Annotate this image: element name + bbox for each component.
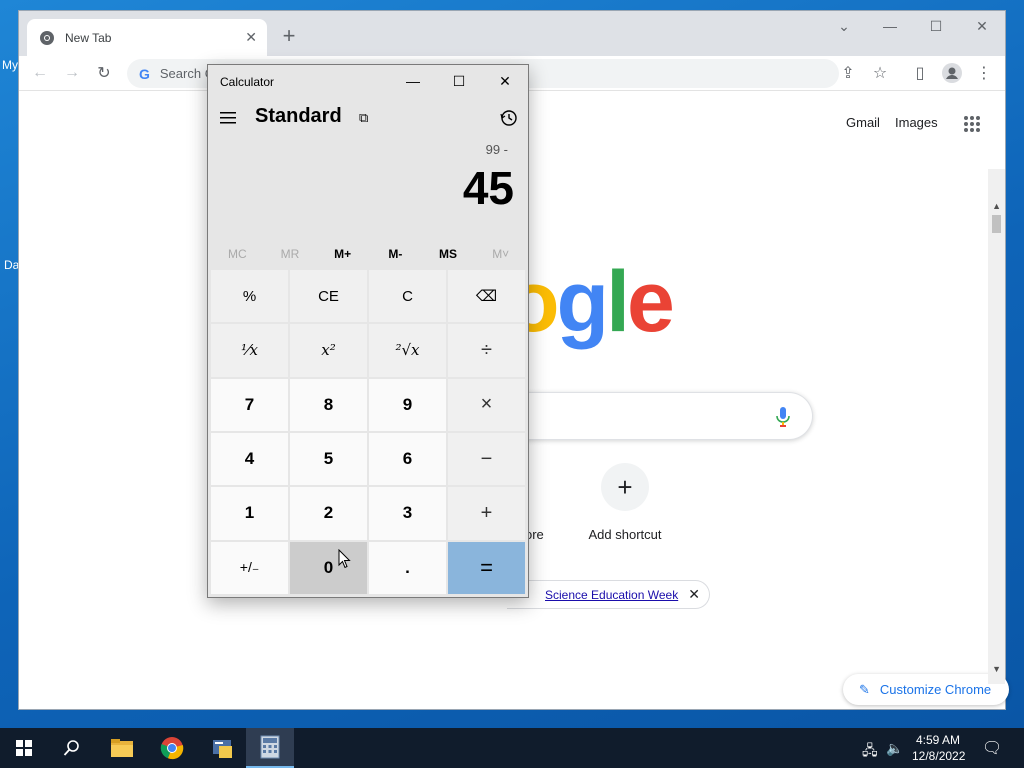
digit-5-button[interactable]: 5 <box>290 432 367 486</box>
multiply-button[interactable]: × <box>448 378 525 431</box>
memory-row: MC MR M+ M- MS M˅ <box>211 241 527 267</box>
memory-subtract-button[interactable]: M- <box>369 241 422 267</box>
start-icon[interactable] <box>0 728 48 768</box>
calc-minimize-button[interactable]: — <box>390 65 436 97</box>
search-box[interactable] <box>507 392 813 440</box>
images-link[interactable]: Images <box>895 115 938 130</box>
calculator-window: Calculator — ☐ ✕ Standard ⧉ 99 - 45 MC M… <box>207 64 529 598</box>
back-icon[interactable]: ← <box>27 60 53 86</box>
percent-button[interactable]: % <box>211 270 288 323</box>
square-button[interactable]: x² <box>290 324 367 377</box>
notifications-icon[interactable]: 🗨 <box>982 738 1002 758</box>
digit-9-button[interactable]: 9 <box>369 378 446 431</box>
maximize-button[interactable]: ☐ <box>913 11 959 41</box>
customize-label: Customize Chrome <box>879 682 992 697</box>
calc-maximize-button[interactable]: ☐ <box>436 65 482 97</box>
memory-list-button[interactable]: M˅ <box>474 241 527 267</box>
doodle-chip[interactable]: Science Education Week ✕ <box>507 580 710 609</box>
reload-icon[interactable]: ↻ <box>91 60 117 86</box>
side-panel-icon[interactable]: ▯ <box>907 60 933 86</box>
subtract-button[interactable]: − <box>448 432 525 486</box>
new-tab-button[interactable]: + <box>277 25 301 49</box>
calculator-title: Calculator <box>220 75 275 89</box>
tab-new-tab[interactable]: New Tab ✕ <box>27 19 267 56</box>
share-icon[interactable]: ⇪ <box>835 60 861 86</box>
tab-strip: New Tab ✕ + ⌄ — ☐ ✕ <box>19 11 1005 56</box>
calculator-icon[interactable] <box>246 728 294 768</box>
chrome-favicon-icon <box>40 30 54 45</box>
memory-store-button[interactable]: MS <box>422 241 475 267</box>
calculator-titlebar[interactable]: Calculator — ☐ ✕ <box>208 65 528 97</box>
result-display: 45 <box>462 162 514 214</box>
memory-add-button[interactable]: M+ <box>316 241 369 267</box>
google-logo: ogle <box>507 254 675 350</box>
tab-title: New Tab <box>65 30 112 45</box>
pencil-icon: ✎ <box>859 681 870 697</box>
gmail-link[interactable]: Gmail <box>846 115 880 130</box>
clear-entry-button[interactable]: CE <box>290 270 367 323</box>
keep-on-top-icon[interactable]: ⧉ <box>359 110 368 126</box>
equals-button[interactable]: = <box>448 541 525 594</box>
search-icon[interactable] <box>48 728 96 768</box>
calc-close-button[interactable]: ✕ <box>482 65 528 97</box>
network-icon[interactable]: 🖧 <box>862 740 878 764</box>
minimize-button[interactable]: — <box>867 11 913 41</box>
clear-button[interactable]: C <box>369 270 446 323</box>
expression-display: 99 - <box>485 142 508 157</box>
reciprocal-button[interactable]: ⅟x <box>211 324 288 377</box>
plus-icon: + <box>601 463 649 511</box>
chip-link[interactable]: Science Education Week <box>545 588 688 602</box>
chrome-menu-icon[interactable]: ⋮ <box>971 60 997 86</box>
keypad: % CE C ⌫ ⅟x x² ²√x ÷ 7 8 9 × 4 5 6 − 1 2… <box>211 270 525 594</box>
digit-8-button[interactable]: 8 <box>290 378 367 431</box>
taskbar: 🖧 🔈 4:59 AM 12/8/2022 🗨 <box>0 728 1024 768</box>
clock-date: 12/8/2022 <box>912 749 966 763</box>
scrollbar[interactable] <box>988 169 1005 684</box>
digit-6-button[interactable]: 6 <box>369 432 446 486</box>
history-icon[interactable] <box>499 108 519 128</box>
hamburger-menu-icon[interactable] <box>220 111 236 125</box>
digit-3-button[interactable]: 3 <box>369 487 446 540</box>
customize-chrome-button[interactable]: ✎ Customize Chrome <box>843 674 1009 705</box>
tab-close-icon[interactable]: ✕ <box>245 29 257 46</box>
memory-clear-button[interactable]: MC <box>211 241 264 267</box>
chrome-icon[interactable] <box>148 728 196 768</box>
google-apps-icon[interactable] <box>963 115 981 133</box>
decimal-button[interactable]: . <box>369 541 446 594</box>
clock[interactable]: 4:59 AM 12/8/2022 <box>912 732 966 764</box>
backspace-button[interactable]: ⌫ <box>448 270 525 323</box>
close-button[interactable]: ✕ <box>959 11 1005 41</box>
bookmark-star-icon[interactable]: ☆ <box>867 60 893 86</box>
scroll-down-icon[interactable]: ▼ <box>992 664 1001 674</box>
memory-recall-button[interactable]: MR <box>264 241 317 267</box>
digit-2-button[interactable]: 2 <box>290 487 367 540</box>
mode-title: Standard <box>255 105 342 127</box>
google-g-icon: G <box>139 65 150 82</box>
file-explorer-icon[interactable] <box>98 728 146 768</box>
microphone-icon[interactable] <box>776 406 790 428</box>
desktop-icon-label[interactable]: My <box>2 58 18 72</box>
negate-button[interactable]: +/₋ <box>211 541 288 594</box>
python-icon[interactable] <box>198 728 246 768</box>
chip-close-icon[interactable]: ✕ <box>688 586 700 603</box>
add-button[interactable]: + <box>448 487 525 540</box>
tab-search-icon[interactable]: ⌄ <box>821 11 867 41</box>
profile-icon[interactable] <box>939 60 965 86</box>
digit-1-button[interactable]: 1 <box>211 487 288 540</box>
volume-icon[interactable]: 🔈 <box>886 740 903 757</box>
divide-button[interactable]: ÷ <box>448 324 525 377</box>
add-shortcut-button[interactable]: + Add shortcut <box>575 463 675 542</box>
digit-7-button[interactable]: 7 <box>211 378 288 431</box>
scrollbar-thumb[interactable] <box>992 215 1001 233</box>
scroll-up-icon[interactable]: ▲ <box>992 201 1001 211</box>
square-root-button[interactable]: ²√x <box>369 324 446 377</box>
forward-icon[interactable]: → <box>59 60 85 86</box>
add-shortcut-label: Add shortcut <box>588 527 662 542</box>
digit-0-button[interactable]: 0 <box>290 541 367 594</box>
digit-4-button[interactable]: 4 <box>211 432 288 486</box>
clock-time: 4:59 AM <box>915 733 961 747</box>
calculator-header: Standard ⧉ <box>208 101 528 137</box>
mouse-cursor-icon <box>338 549 351 569</box>
